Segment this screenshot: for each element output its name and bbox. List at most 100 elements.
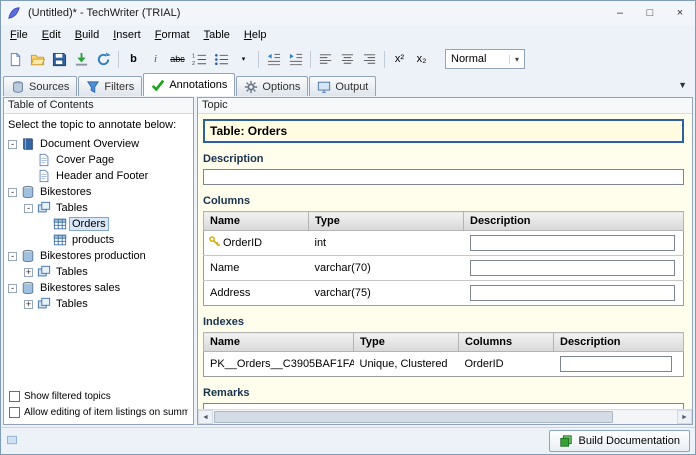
tree-item-label: Bikestores sales bbox=[40, 282, 121, 294]
main-area: Table of Contents Select the topic to an… bbox=[1, 96, 695, 427]
numbered-list-icon[interactable]: 12 bbox=[189, 49, 210, 70]
list-style-arrow-icon[interactable]: ▾ bbox=[233, 49, 254, 70]
tree-item-header-and-footer[interactable]: Header and Footer bbox=[4, 168, 193, 184]
refresh-icon[interactable] bbox=[93, 49, 114, 70]
new-icon[interactable] bbox=[5, 49, 26, 70]
column-name-cell: OrderID bbox=[203, 230, 309, 256]
column-name-cell: Address bbox=[203, 280, 309, 306]
tree-item-orders[interactable]: Orders bbox=[4, 216, 193, 232]
tree-item-document-overview[interactable]: - Document Overview bbox=[4, 136, 193, 152]
scrollbar-thumb[interactable] bbox=[214, 411, 614, 423]
indent-icon[interactable] bbox=[285, 49, 306, 70]
index-name-cell: PK__Orders__C3905BAF1FA11382 bbox=[203, 351, 354, 377]
checkbox-box[interactable] bbox=[9, 407, 20, 418]
build-button-label: Build Documentation bbox=[578, 435, 680, 447]
collapse-toggle[interactable]: - bbox=[24, 203, 33, 213]
app-icon bbox=[7, 5, 23, 21]
superscript-icon[interactable]: x² bbox=[389, 49, 410, 70]
description-section-label: Description bbox=[203, 153, 264, 165]
save-icon[interactable] bbox=[49, 49, 70, 70]
menu-file[interactable]: File bbox=[3, 26, 35, 44]
paragraph-style-select[interactable]: Normal ▾ bbox=[445, 49, 525, 69]
expand-toggle[interactable]: + bbox=[24, 267, 33, 277]
tab-sources[interactable]: Sources bbox=[3, 76, 78, 96]
menu-format[interactable]: Format bbox=[148, 26, 197, 44]
tree-item-bikestores-sales[interactable]: - Bikestores sales bbox=[4, 280, 193, 296]
italic-icon[interactable]: i bbox=[145, 49, 166, 70]
align-right-icon[interactable] bbox=[359, 49, 380, 70]
tab-annotations[interactable]: Annotations bbox=[143, 73, 236, 96]
column-description-cell bbox=[463, 230, 684, 256]
tree-item-label: Document Overview bbox=[40, 138, 140, 150]
column-type-cell: varchar(70) bbox=[308, 255, 464, 281]
tab-filters[interactable]: Filters bbox=[78, 76, 143, 96]
topic-body: Table: Orders Description Columns Name Ty… bbox=[198, 114, 692, 409]
tree-item-bikestores-production[interactable]: - Bikestores production bbox=[4, 248, 193, 264]
columns-header-type: Type bbox=[308, 211, 464, 231]
menu-help[interactable]: Help bbox=[237, 26, 274, 44]
column-description-input[interactable] bbox=[469, 235, 675, 251]
database-icon bbox=[21, 249, 35, 263]
menu-edit[interactable]: Edit bbox=[35, 26, 68, 44]
database-icon bbox=[21, 281, 35, 295]
tab-options[interactable]: Options bbox=[236, 76, 309, 96]
minimize-button[interactable]: – bbox=[605, 1, 635, 25]
scroll-right-arrow[interactable]: ► bbox=[677, 410, 692, 424]
sources-icon bbox=[11, 80, 25, 94]
expand-toggle[interactable]: + bbox=[24, 299, 33, 309]
tree-item-tables[interactable]: + Tables bbox=[4, 296, 193, 312]
checkbox-show-filtered-topics[interactable]: Show filtered topics bbox=[9, 391, 188, 402]
toolbar-separator bbox=[118, 50, 119, 68]
menu-insert[interactable]: Insert bbox=[106, 26, 148, 44]
collapse-toggle[interactable]: - bbox=[8, 283, 17, 293]
checkbox-allow-editing-of-item-listings-on-summary-pages[interactable]: Allow editing of item listings on summar… bbox=[9, 407, 188, 418]
database-icon bbox=[21, 185, 35, 199]
align-center-icon[interactable] bbox=[337, 49, 358, 70]
column-description-input[interactable] bbox=[469, 260, 675, 276]
scroll-left-arrow[interactable]: ◄ bbox=[198, 410, 213, 424]
column-name: Name bbox=[210, 262, 240, 274]
horizontal-scrollbar[interactable]: ◄ ► bbox=[198, 409, 692, 424]
collapse-toggle[interactable]: - bbox=[8, 251, 17, 261]
tab-output[interactable]: Output bbox=[309, 76, 377, 96]
strikethrough-icon[interactable]: abc bbox=[167, 49, 188, 70]
maximize-button[interactable]: □ bbox=[635, 1, 665, 25]
indexes-header-type: Type bbox=[353, 332, 459, 352]
tab-label: Options bbox=[262, 80, 301, 93]
scrollbar-track[interactable] bbox=[213, 410, 677, 424]
subscript-icon[interactable]: x₂ bbox=[411, 49, 432, 70]
toc-instruction: Select the topic to annotate below: bbox=[8, 119, 177, 131]
checkbox-box[interactable] bbox=[9, 391, 20, 402]
column-name-cell: Name bbox=[203, 255, 309, 281]
tab-label: Sources bbox=[29, 80, 70, 93]
tree-item-cover-page[interactable]: Cover Page bbox=[4, 152, 193, 168]
remarks-section-label: Remarks bbox=[203, 387, 250, 399]
table-of-contents-panel: Table of Contents Select the topic to an… bbox=[3, 97, 194, 425]
column-description-cell bbox=[463, 255, 684, 281]
bullet-list-icon[interactable] bbox=[211, 49, 232, 70]
columns-table: Name Type Description OrderID int Name varchar… bbox=[203, 211, 684, 306]
build-export-icon[interactable] bbox=[71, 49, 92, 70]
column-description-input[interactable] bbox=[469, 285, 675, 301]
collapse-toggle[interactable]: - bbox=[8, 187, 17, 197]
description-input[interactable] bbox=[203, 169, 684, 185]
paragraph-style-value: Normal bbox=[451, 53, 487, 65]
tree-item-products[interactable]: products bbox=[4, 232, 193, 248]
open-icon[interactable] bbox=[27, 49, 48, 70]
tree-item-tables[interactable]: + Tables bbox=[4, 264, 193, 280]
bold-icon[interactable]: b bbox=[123, 49, 144, 70]
menu-table[interactable]: Table bbox=[197, 26, 237, 44]
tree-item-bikestores[interactable]: - Bikestores bbox=[4, 184, 193, 200]
outdent-icon[interactable] bbox=[263, 49, 284, 70]
tab-overflow-arrow[interactable]: ▼ bbox=[678, 80, 687, 90]
align-left-icon[interactable] bbox=[315, 49, 336, 70]
style-dropdown-arrow[interactable]: ▾ bbox=[509, 54, 524, 64]
menu-build[interactable]: Build bbox=[68, 26, 106, 44]
tree-item-tables[interactable]: - Tables bbox=[4, 200, 193, 216]
close-button[interactable]: × bbox=[665, 1, 695, 25]
collapse-toggle[interactable]: - bbox=[8, 139, 17, 149]
build-documentation-button[interactable]: Build Documentation bbox=[549, 430, 690, 452]
index-description-input[interactable] bbox=[559, 356, 672, 372]
index-type-cell: Unique, Clustered bbox=[353, 351, 459, 377]
columns-header-name: Name bbox=[203, 211, 309, 231]
